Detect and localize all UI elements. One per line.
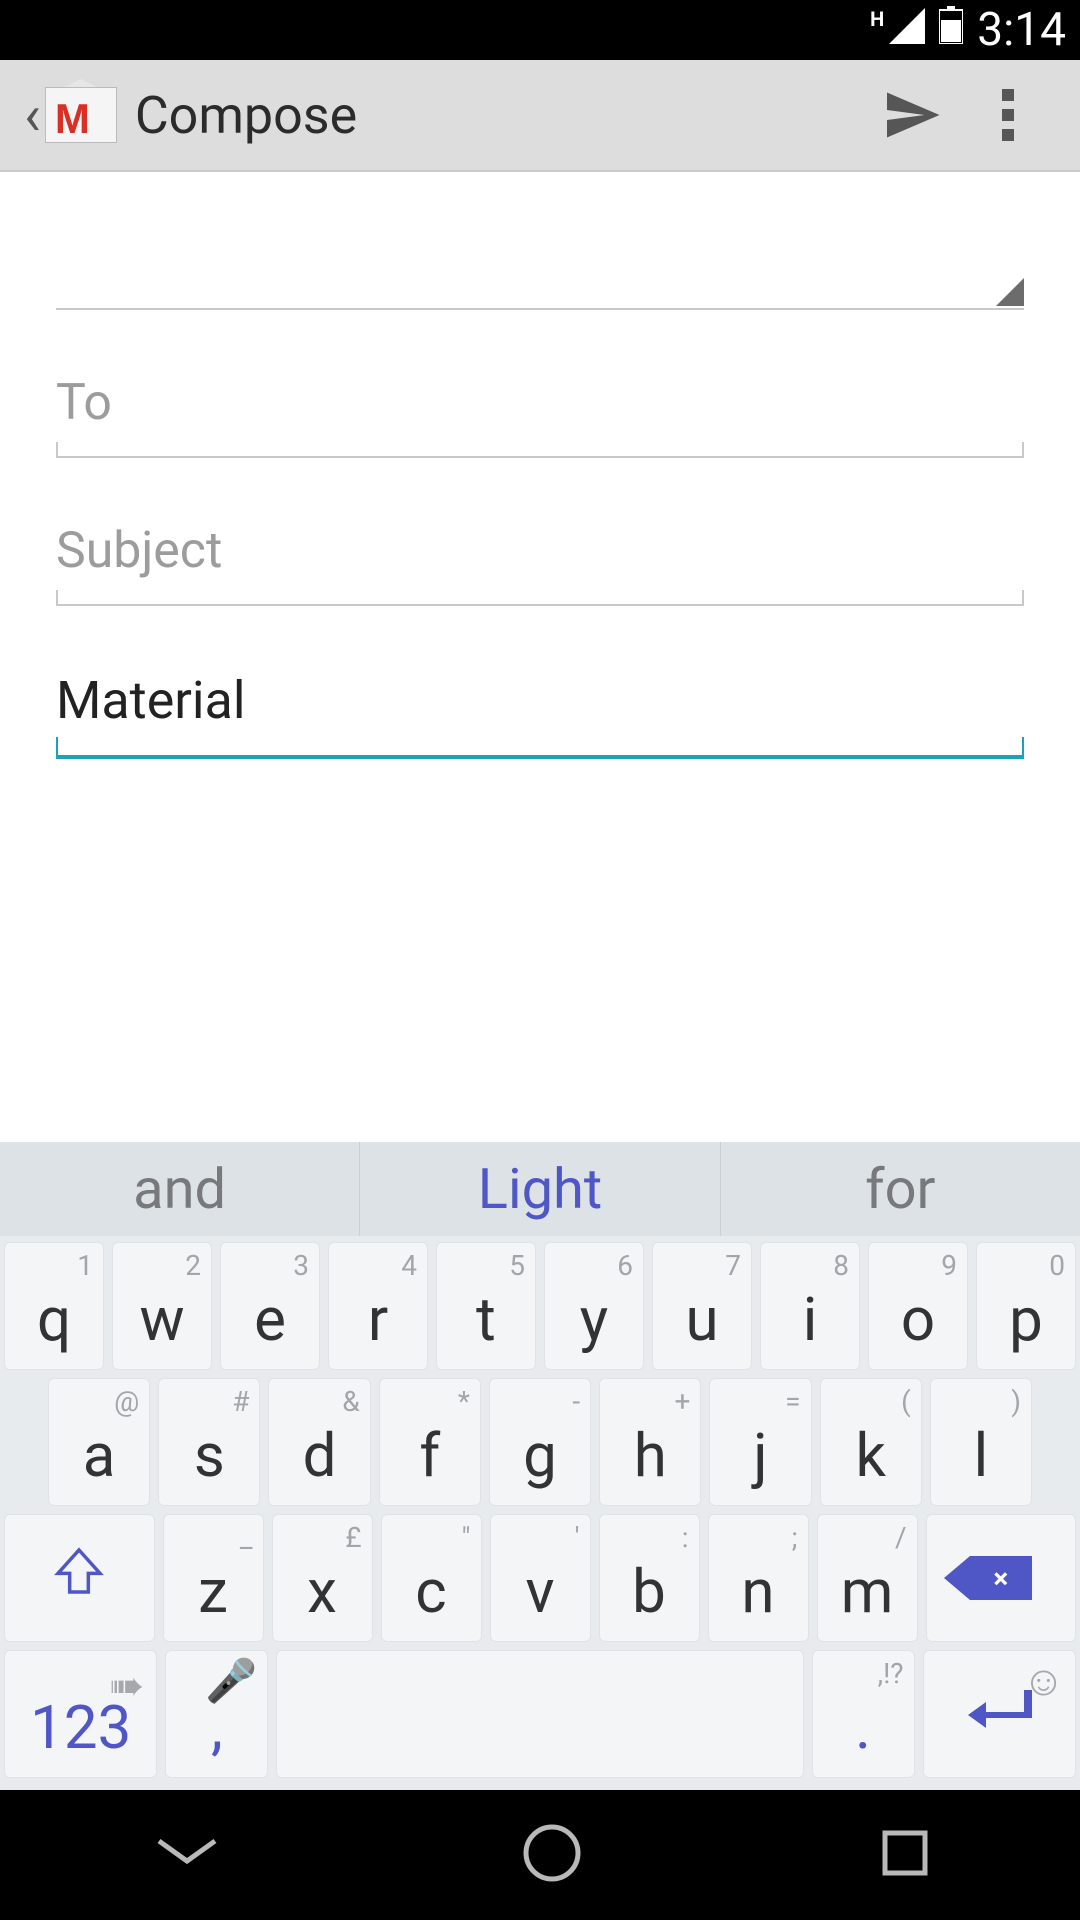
nav-bar (0, 1790, 1080, 1920)
back-chevron-icon[interactable]: ‹ (24, 82, 41, 148)
key-row-4: ➠ 123 🎤 , ,!? . ☺ (4, 1650, 1076, 1778)
shift-icon (51, 1543, 107, 1614)
key-x[interactable]: £x (272, 1514, 373, 1642)
nav-home-button[interactable] (520, 1821, 584, 1889)
key-i[interactable]: 8i (760, 1242, 860, 1370)
key-n[interactable]: ;n (708, 1514, 809, 1642)
page-title: Compose (135, 85, 864, 146)
circle-icon (520, 1821, 584, 1885)
key-a[interactable]: @a (48, 1378, 150, 1506)
from-field[interactable] (56, 240, 1024, 310)
key-z[interactable]: _z (163, 1514, 264, 1642)
nav-recent-button[interactable] (877, 1825, 933, 1885)
key-row-1: 1q 2w 3e 4r 5t 6y 7u 8i 9o 0p (4, 1242, 1076, 1370)
subject-placeholder: Subject (56, 522, 222, 580)
body-text: Material (56, 670, 245, 731)
key-h[interactable]: +h (599, 1378, 701, 1506)
status-clock: 3:14 (977, 3, 1066, 57)
key-d[interactable]: &d (268, 1378, 370, 1506)
subject-field[interactable]: Subject (56, 522, 1024, 606)
key-s[interactable]: #s (158, 1378, 260, 1506)
key-enter[interactable]: ☺ (923, 1650, 1076, 1778)
key-comma[interactable]: 🎤 , (165, 1650, 268, 1778)
key-period[interactable]: ,!? . (812, 1650, 915, 1778)
signal-icon (889, 6, 925, 55)
key-row-2: @a #s &d *f -g +h =j (k )l (4, 1378, 1076, 1506)
key-p[interactable]: 0p (976, 1242, 1076, 1370)
key-m[interactable]: /m (817, 1514, 918, 1642)
key-row-3: _z £x "c 'v :b ;n /m × (4, 1514, 1076, 1642)
key-w[interactable]: 2w (112, 1242, 212, 1370)
key-l[interactable]: )l (930, 1378, 1032, 1506)
key-j[interactable]: =j (709, 1378, 811, 1506)
key-t[interactable]: 5t (436, 1242, 536, 1370)
action-bar: ‹ M Compose (0, 60, 1080, 172)
to-field[interactable]: To (56, 374, 1024, 458)
battery-icon (939, 6, 963, 55)
nav-back-button[interactable] (147, 1833, 227, 1877)
key-k[interactable]: (k (820, 1378, 922, 1506)
overflow-menu-button[interactable] (960, 67, 1056, 163)
key-o[interactable]: 9o (868, 1242, 968, 1370)
network-h-label: H (870, 7, 885, 31)
keyboard: and Light for 1q 2w 3e 4r 5t 6y 7u 8i 9o… (0, 1142, 1080, 1790)
key-y[interactable]: 6y (544, 1242, 644, 1370)
mic-icon: 🎤 (205, 1657, 257, 1706)
key-space[interactable] (276, 1650, 803, 1778)
key-v[interactable]: 'v (490, 1514, 591, 1642)
body-field[interactable]: Material (56, 670, 1024, 759)
status-bar: H 3:14 (0, 0, 1080, 60)
emoji-icon: ☺ (1022, 1657, 1065, 1706)
key-backspace[interactable]: × (926, 1514, 1077, 1642)
square-icon (877, 1825, 933, 1881)
key-b[interactable]: :b (599, 1514, 700, 1642)
key-e[interactable]: 3e (220, 1242, 320, 1370)
overflow-icon (1002, 89, 1014, 141)
chevron-down-icon (147, 1833, 227, 1873)
key-u[interactable]: 7u (652, 1242, 752, 1370)
suggestion-center[interactable]: Light (359, 1142, 719, 1236)
key-q[interactable]: 1q (4, 1242, 104, 1370)
to-placeholder: To (56, 374, 112, 432)
gmail-icon[interactable]: M (45, 87, 117, 143)
send-button[interactable] (864, 67, 960, 163)
swipe-icon: ➠ (109, 1661, 144, 1711)
compose-area: To Subject Material (0, 172, 1080, 1142)
key-r[interactable]: 4r (328, 1242, 428, 1370)
suggestion-left[interactable]: and (0, 1142, 359, 1236)
key-numbers[interactable]: ➠ 123 (4, 1650, 157, 1778)
suggestion-right[interactable]: for (720, 1142, 1080, 1236)
key-f[interactable]: *f (379, 1378, 481, 1506)
key-shift[interactable] (4, 1514, 155, 1642)
spinner-triangle-icon (996, 278, 1024, 306)
key-g[interactable]: -g (489, 1378, 591, 1506)
suggestion-bar: and Light for (0, 1142, 1080, 1236)
key-c[interactable]: "c (381, 1514, 482, 1642)
backspace-icon: × (964, 1556, 1038, 1600)
